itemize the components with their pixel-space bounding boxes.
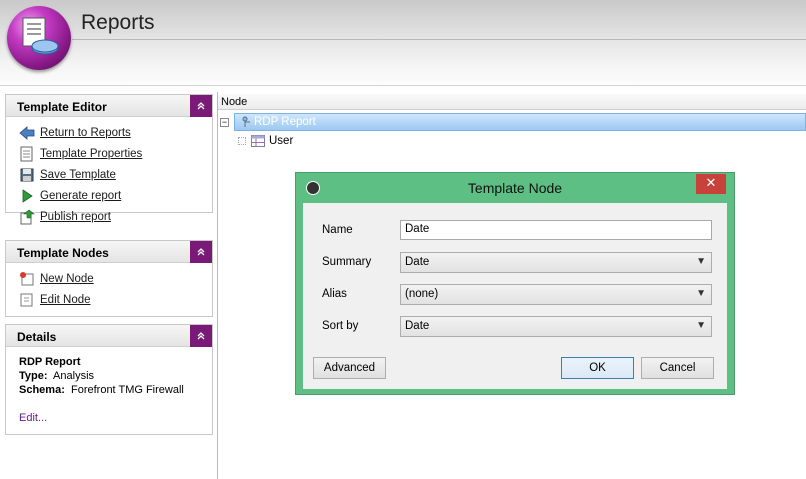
- summary-value: Date: [405, 256, 430, 268]
- chevron-up-icon: [197, 102, 205, 110]
- type-value: Analysis: [53, 370, 95, 382]
- collapse-template-editor-button[interactable]: [190, 95, 212, 117]
- ok-button[interactable]: OK: [561, 357, 634, 379]
- publish-report-link[interactable]: Publish report: [6, 206, 212, 227]
- chevron-down-icon: ▼: [696, 320, 706, 331]
- chevron-up-icon: [197, 248, 205, 256]
- reports-logo-icon: [7, 6, 71, 70]
- panel-title: Template Nodes: [17, 246, 109, 260]
- sort-by-select[interactable]: Date ▼: [400, 316, 712, 337]
- sort-by-label: Sort by: [322, 320, 359, 332]
- template-properties-link[interactable]: Template Properties: [6, 143, 212, 164]
- collapse-template-nodes-button[interactable]: [190, 241, 212, 263]
- tree-connector: [238, 137, 246, 145]
- template-properties-label[interactable]: Template Properties: [40, 148, 142, 160]
- alias-select[interactable]: (none) ▼: [400, 284, 712, 305]
- report-name: RDP Report: [19, 356, 81, 368]
- dialog-body: Name Date Summary Date ▼ Alias (none) ▼ …: [303, 203, 727, 389]
- edit-details-link[interactable]: Edit...: [19, 411, 212, 425]
- collapse-tree-toggle[interactable]: −: [220, 117, 229, 127]
- chevron-down-icon: ▼: [696, 288, 706, 299]
- table-node-icon: [251, 135, 265, 147]
- template-nodes-header: Template Nodes: [6, 241, 212, 263]
- tree-node-user-label: User: [269, 135, 294, 147]
- template-nodes-panel: Template Nodes New Node Edit Node: [5, 240, 213, 317]
- panel-title: Template Editor: [17, 100, 107, 114]
- new-node-label[interactable]: New Node: [40, 273, 94, 285]
- cancel-button[interactable]: Cancel: [641, 357, 714, 379]
- play-icon: [19, 188, 35, 204]
- dialog-title: Template Node: [467, 180, 563, 196]
- schema-label: Schema:: [19, 384, 65, 396]
- summary-select[interactable]: Date ▼: [400, 252, 712, 273]
- chevron-up-icon: [197, 332, 205, 340]
- return-to-reports-link[interactable]: Return to Reports: [6, 122, 212, 143]
- return-to-reports-label[interactable]: Return to Reports: [40, 127, 131, 139]
- report-node-icon: [242, 116, 250, 127]
- close-dialog-button[interactable]: ✕: [696, 174, 726, 194]
- generate-report-link[interactable]: Generate report: [6, 185, 212, 206]
- sort-by-value: Date: [405, 320, 430, 332]
- publish-report-label[interactable]: Publish report: [40, 211, 111, 223]
- generate-report-label[interactable]: Generate report: [40, 190, 121, 202]
- details-body: RDP Report Type: Analysis Schema: Forefr…: [6, 347, 212, 425]
- alias-value: (none): [405, 288, 439, 300]
- header-bottom-divider: [0, 85, 806, 86]
- details-header: Details: [6, 325, 212, 347]
- node-column-header[interactable]: Node: [218, 94, 806, 110]
- page-title: Reports: [81, 11, 155, 34]
- publish-icon: [19, 209, 35, 225]
- name-field[interactable]: Date: [400, 220, 712, 240]
- tree-node-user[interactable]: User: [238, 132, 438, 150]
- save-icon: [19, 167, 35, 183]
- header-divider: [72, 39, 806, 40]
- save-template-link[interactable]: Save Template: [6, 164, 212, 185]
- type-label: Type:: [19, 370, 48, 382]
- edit-node-icon: [19, 292, 35, 308]
- tree-node-root-label: RDP Report: [254, 116, 316, 128]
- main-divider: [217, 92, 218, 479]
- template-editor-panel: Template Editor Return to Reports Templa…: [5, 94, 213, 224]
- template-node-dialog: Template Node ✕ Name Date Summary Date ▼…: [295, 172, 735, 395]
- edit-node-label[interactable]: Edit Node: [40, 294, 91, 306]
- schema-value: Forefront TMG Firewall: [70, 384, 184, 396]
- new-node-link[interactable]: New Node: [6, 268, 212, 289]
- name-label: Name: [322, 224, 353, 236]
- tree-expander-cell: −: [220, 113, 234, 131]
- alias-label: Alias: [322, 288, 347, 300]
- save-template-label[interactable]: Save Template: [40, 169, 116, 181]
- advanced-button[interactable]: Advanced: [313, 357, 386, 379]
- summary-label: Summary: [322, 256, 372, 268]
- panel-title: Details: [17, 330, 57, 344]
- new-node-icon: [19, 271, 35, 287]
- back-arrow-icon: [19, 125, 35, 141]
- properties-icon: [19, 146, 35, 162]
- chevron-down-icon: ▼: [696, 256, 706, 267]
- details-panel: Details RDP Report Type: Analysis Schema…: [5, 324, 213, 435]
- template-editor-header: Template Editor: [6, 95, 212, 117]
- collapse-details-button[interactable]: [190, 325, 212, 347]
- tree-node-root[interactable]: RDP Report: [234, 113, 806, 131]
- edit-node-link[interactable]: Edit Node: [6, 289, 212, 310]
